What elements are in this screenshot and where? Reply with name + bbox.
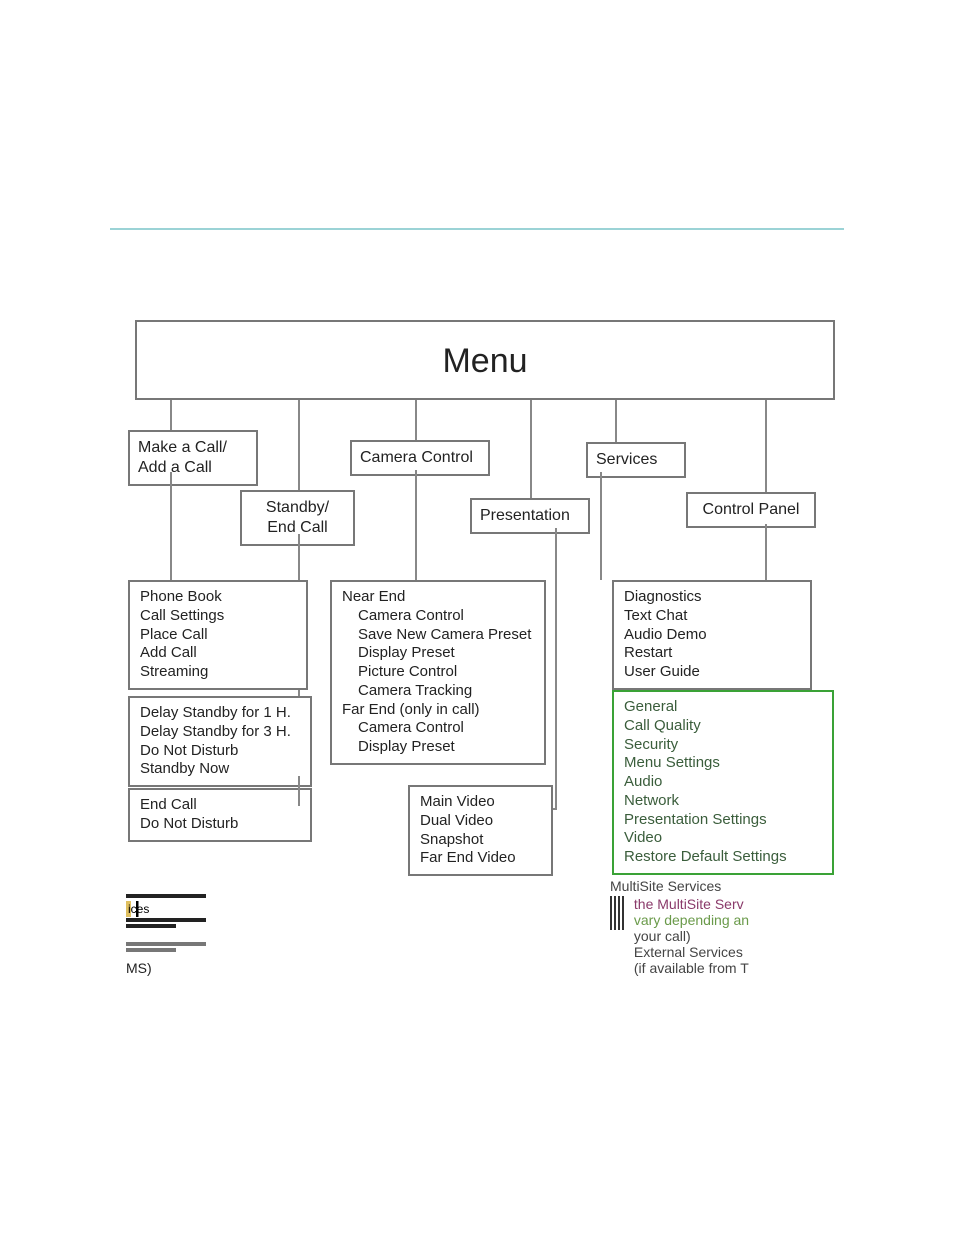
list-item: Snapshot: [420, 831, 541, 850]
list-item: Call Quality: [624, 717, 822, 736]
list-item: Video: [624, 829, 822, 848]
cat-camera: Camera Control: [350, 440, 490, 476]
list-heading: Far End (only in call): [342, 701, 534, 720]
list-item: Do Not Disturb: [140, 815, 300, 834]
sub-standby-a: Delay Standby for 1 H.Delay Standby for …: [128, 696, 312, 787]
sub-presentation: Main VideoDual VideoSnapshotFar End Vide…: [408, 785, 553, 876]
list-item: Main Video: [420, 793, 541, 812]
artifact-left: ices MS): [126, 892, 216, 976]
cat-control-panel: Control Panel: [686, 492, 816, 528]
connector: [170, 472, 172, 582]
connector: [555, 528, 557, 808]
sub-services: DiagnosticsText ChatAudio DemoRestartUse…: [612, 580, 812, 690]
list-item: Place Call: [140, 626, 296, 645]
list-item: Network: [624, 792, 822, 811]
sub-make-call: Phone BookCall SettingsPlace CallAdd Cal…: [128, 580, 308, 690]
list-item: Text Chat: [624, 607, 800, 626]
artifact-text: your call): [634, 928, 691, 944]
list-item: Standby Now: [140, 760, 300, 779]
list-item: Presentation Settings: [624, 811, 822, 830]
list-item: End Call: [140, 796, 300, 815]
cat-label: Presentation: [480, 507, 570, 524]
sub-standby-b: End CallDo Not Disturb: [128, 788, 312, 842]
cat-label: Control Panel: [703, 501, 800, 518]
list-item: Phone Book: [140, 588, 296, 607]
connector: [170, 400, 172, 432]
menu-root-box: Menu: [135, 320, 835, 400]
artifact-text: External Services: [634, 944, 743, 960]
artifact-text: (if available from T: [634, 960, 749, 976]
list-item: Add Call: [140, 644, 296, 663]
cat-label: Services: [596, 451, 657, 468]
list-item: Restore Default Settings: [624, 848, 822, 867]
list-item: Picture Control: [342, 663, 534, 682]
connector: [553, 808, 557, 810]
page: Menu Make a Call/ Add a Call Standby/ En…: [0, 0, 954, 1235]
list-heading: Near End: [342, 588, 534, 607]
list-item: Far End Video: [420, 849, 541, 868]
list-item: Call Settings: [140, 607, 296, 626]
artifact-text: vary depending an: [634, 912, 749, 928]
list-item: Display Preset: [342, 644, 534, 663]
artifact-text: ices: [126, 901, 151, 917]
artifact-text: the MultiSite Serv: [634, 896, 744, 912]
connector: [298, 776, 300, 806]
top-separator: [110, 228, 844, 232]
list-item: Diagnostics: [624, 588, 800, 607]
cat-make-call: Make a Call/ Add a Call: [128, 430, 258, 486]
menu-title: Menu: [442, 342, 527, 380]
list-item: Delay Standby for 1 H.: [140, 704, 300, 723]
list-item: Save New Camera Preset: [342, 626, 534, 645]
sub-camera: Near EndCamera ControlSave New Camera Pr…: [330, 580, 546, 765]
list-item: Audio Demo: [624, 626, 800, 645]
list-item: User Guide: [624, 663, 800, 682]
artifact-right: MultiSite Services the MultiSite Serv va…: [610, 878, 860, 976]
list-item: Restart: [624, 644, 800, 663]
artifact-text: MultiSite Services: [610, 878, 721, 894]
list-item: Dual Video: [420, 812, 541, 831]
list-item: Camera Control: [342, 607, 534, 626]
list-item: Menu Settings: [624, 754, 822, 773]
connector: [600, 472, 602, 580]
connector: [530, 400, 532, 500]
list-item: Audio: [624, 773, 822, 792]
list-item: Delay Standby for 3 H.: [140, 723, 300, 742]
sub-control-panel: GeneralCall QualitySecurityMenu Settings…: [612, 690, 834, 875]
list-item: Do Not Disturb: [140, 742, 300, 761]
connector: [298, 400, 300, 490]
cat-presentation: Presentation: [470, 498, 590, 534]
connector: [765, 400, 767, 492]
cat-label: Camera Control: [360, 449, 473, 466]
connector: [615, 400, 617, 444]
artifact-text: MS): [126, 960, 152, 976]
list-item: General: [624, 698, 822, 717]
list-item: Display Preset: [342, 738, 534, 757]
list-item: Camera Control: [342, 719, 534, 738]
list-item: Security: [624, 736, 822, 755]
cat-label: Standby/ End Call: [266, 499, 329, 536]
list-item: Streaming: [140, 663, 296, 682]
cat-label: Make a Call/ Add a Call: [138, 439, 227, 476]
list-item: Camera Tracking: [342, 682, 534, 701]
connector: [415, 470, 417, 582]
connector: [415, 400, 417, 440]
